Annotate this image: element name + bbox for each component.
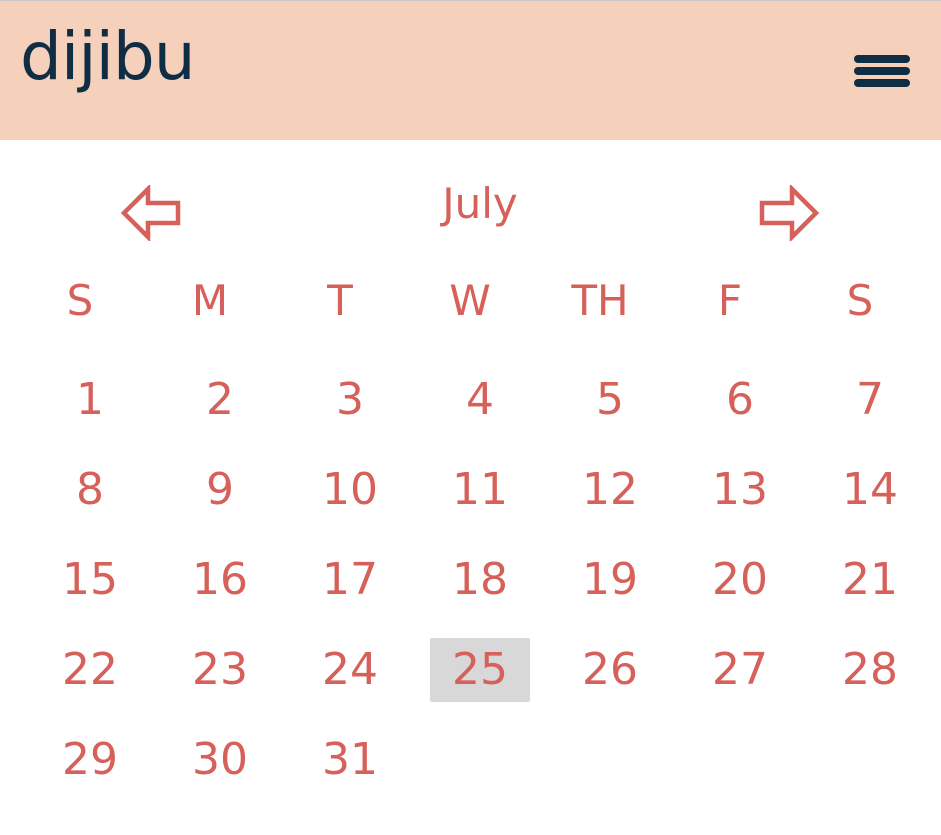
- weekday-label: M: [191, 276, 229, 325]
- hamburger-menu-icon[interactable]: [852, 53, 914, 91]
- day-cell[interactable]: 18: [430, 548, 530, 612]
- day-cell[interactable]: 2: [170, 368, 270, 432]
- day-cell[interactable]: 20: [690, 548, 790, 612]
- day-cell[interactable]: 7: [820, 368, 920, 432]
- day-cell[interactable]: 31: [300, 728, 400, 792]
- day-cell[interactable]: 19: [560, 548, 660, 612]
- day-cell[interactable]: 21: [820, 548, 920, 612]
- day-cell[interactable]: 30: [170, 728, 270, 792]
- weekday-label: W: [449, 276, 491, 325]
- day-cell[interactable]: 15: [40, 548, 140, 612]
- left-arrow-icon[interactable]: [120, 183, 184, 243]
- day-cell[interactable]: 24: [300, 638, 400, 702]
- right-arrow-icon[interactable]: [756, 183, 820, 243]
- day-cell-selected[interactable]: 25: [430, 638, 530, 702]
- day-cell[interactable]: 29: [40, 728, 140, 792]
- weekday-label: S: [846, 276, 874, 325]
- day-cell[interactable]: 13: [690, 458, 790, 522]
- day-cell[interactable]: 23: [170, 638, 270, 702]
- day-cell[interactable]: 17: [300, 548, 400, 612]
- day-cell[interactable]: 1: [40, 368, 140, 432]
- month-title: July: [442, 179, 518, 228]
- weekday-label: S: [66, 276, 94, 325]
- day-cell[interactable]: 4: [430, 368, 530, 432]
- day-cell[interactable]: 16: [170, 548, 270, 612]
- day-cell[interactable]: 9: [170, 458, 270, 522]
- day-cell[interactable]: 3: [300, 368, 400, 432]
- day-cell[interactable]: 10: [300, 458, 400, 522]
- day-cell[interactable]: 8: [40, 458, 140, 522]
- day-cell[interactable]: 26: [560, 638, 660, 702]
- day-cell[interactable]: 28: [820, 638, 920, 702]
- app-header: dijibu: [0, 0, 941, 140]
- day-cell[interactable]: 22: [40, 638, 140, 702]
- app-logo[interactable]: dijibu: [20, 17, 196, 97]
- day-cell[interactable]: 5: [560, 368, 660, 432]
- day-cell[interactable]: 6: [690, 368, 790, 432]
- day-cell[interactable]: 11: [430, 458, 530, 522]
- day-cell[interactable]: 12: [560, 458, 660, 522]
- weekday-label: T: [327, 276, 353, 325]
- day-cell[interactable]: 27: [690, 638, 790, 702]
- weekday-label: F: [717, 276, 743, 325]
- day-cell[interactable]: 14: [820, 458, 920, 522]
- weekday-label: TH: [571, 276, 629, 325]
